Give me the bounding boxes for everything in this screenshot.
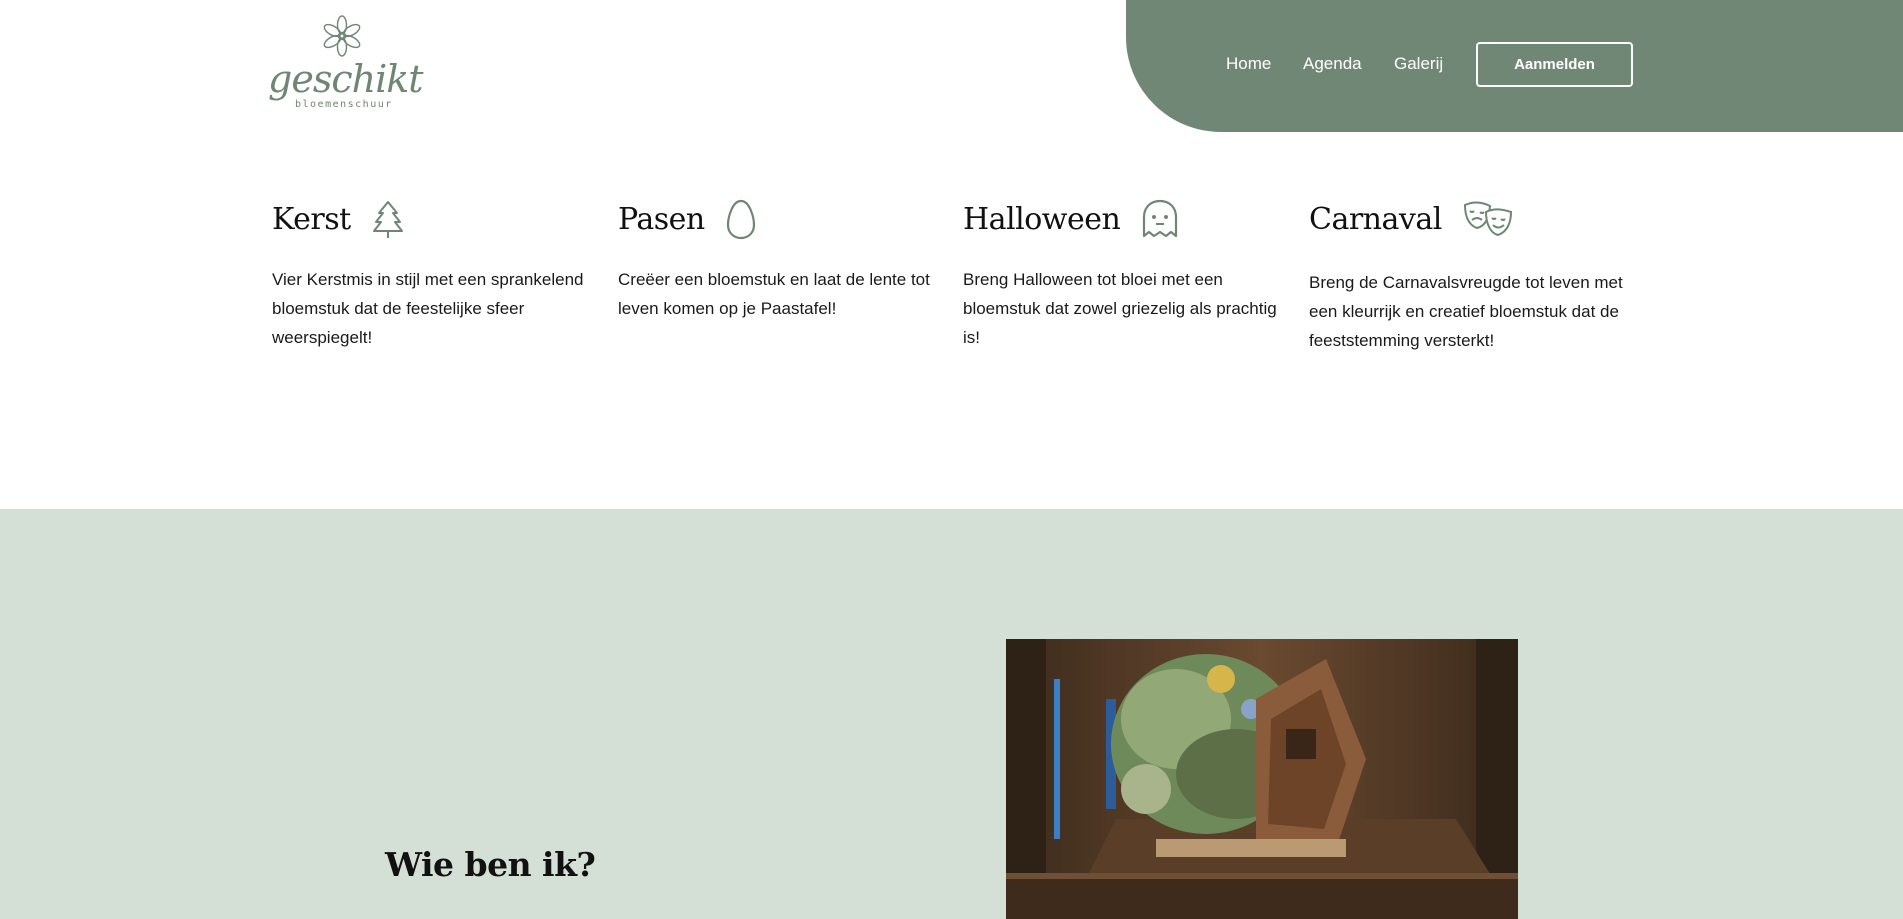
logo-subtitle: bloemenschuur (295, 99, 393, 110)
ghost-icon (1140, 198, 1180, 240)
theme-title: Halloween (963, 201, 1121, 237)
logo-wordmark: geschikt (268, 57, 424, 101)
daisy-flower-icon (323, 15, 361, 57)
theme-description: Breng Halloween tot bloei met een bloems… (963, 270, 1277, 347)
christmas-tree-icon (371, 199, 405, 239)
signup-button[interactable]: Aanmelden (1476, 42, 1633, 87)
theme-carnaval: Carnaval Breng de Carnavalsvreugde tot l… (1309, 198, 1629, 355)
theme-description: Vier Kerstmis in stijl met een sprankele… (272, 270, 584, 347)
flower-arrangement-photo (1006, 639, 1518, 919)
nav-agenda-link[interactable]: Agenda (1303, 54, 1362, 74)
nav-home-link[interactable]: Home (1226, 54, 1271, 74)
egg-icon (725, 198, 757, 240)
nav-galerij-link[interactable]: Galerij (1394, 54, 1443, 74)
theme-title: Pasen (618, 201, 705, 237)
theme-title: Carnaval (1309, 201, 1442, 237)
theme-title: Kerst (272, 201, 351, 237)
theme-pasen: Pasen Creëer een bloemstuk en laat de le… (618, 198, 938, 323)
site-logo[interactable]: geschikt bloemenschuur (268, 14, 424, 118)
about-title: Wie ben ik? (385, 845, 596, 884)
theme-description: Creëer een bloemstuk en laat de lente to… (618, 270, 930, 318)
theater-masks-icon (1462, 200, 1514, 238)
theme-kerst: Kerst Vier Kerstmis in stijl met een spr… (272, 198, 592, 352)
about-section: Wie ben ik? (0, 509, 1903, 919)
theme-halloween: Halloween Breng Halloween tot bloei met … (963, 198, 1283, 352)
theme-description: Breng de Carnavalsvreugde tot leven met … (1309, 273, 1623, 350)
